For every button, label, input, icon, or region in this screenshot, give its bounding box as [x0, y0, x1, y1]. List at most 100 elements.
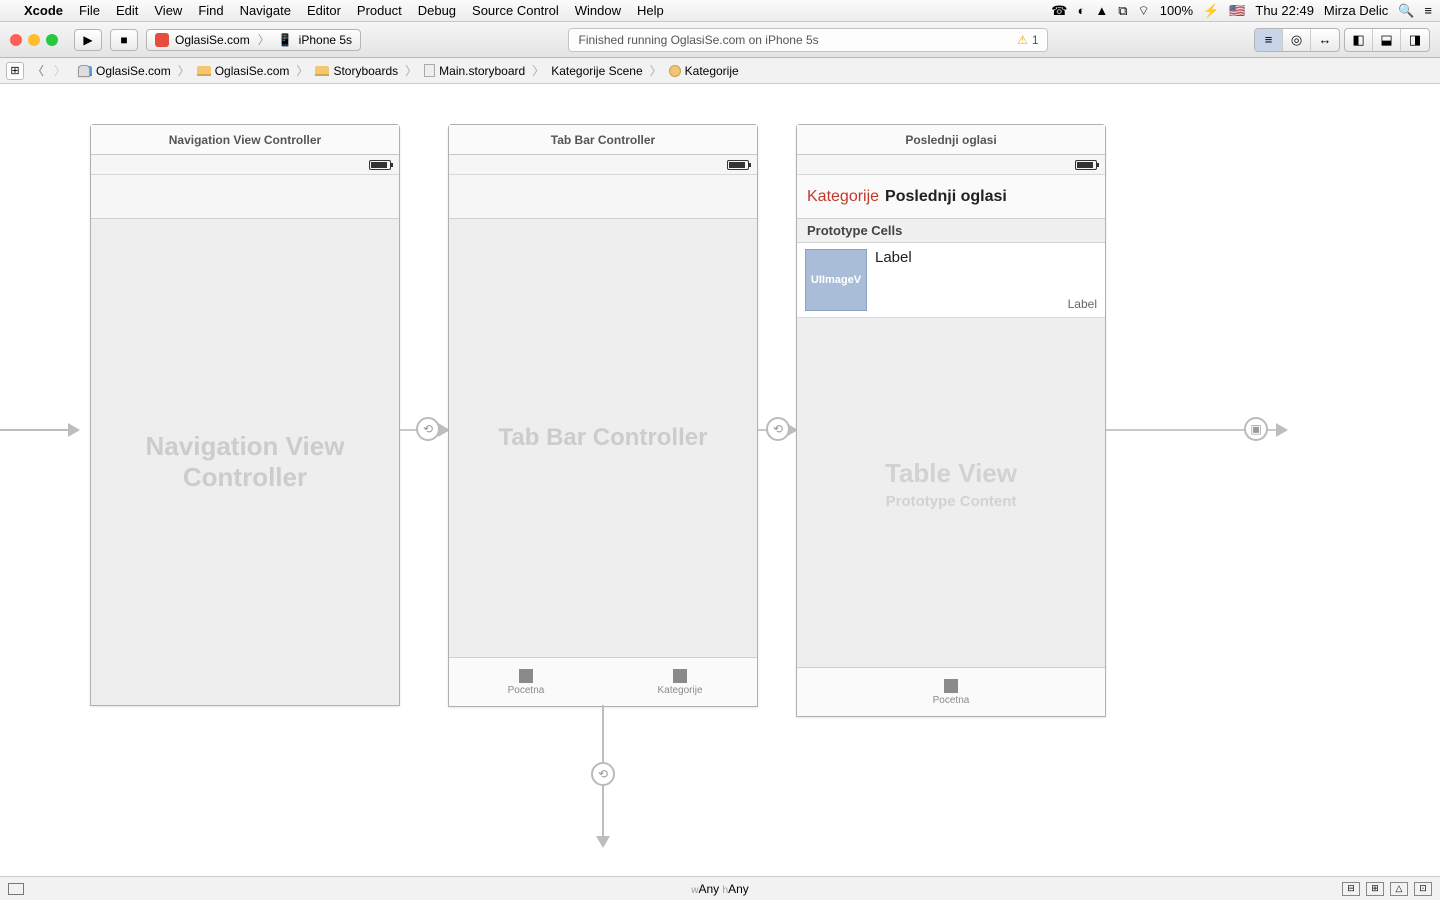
- user-name[interactable]: Mirza Delic: [1324, 3, 1388, 18]
- prototype-cell[interactable]: UIImageV Label Label: [797, 243, 1105, 318]
- menu-file[interactable]: File: [79, 3, 100, 18]
- status-bar: [449, 155, 757, 175]
- bottom-panel-toggle[interactable]: ⬓: [1373, 29, 1401, 51]
- menu-window[interactable]: Window: [575, 3, 621, 18]
- pin-tool[interactable]: ⊞: [1366, 882, 1384, 896]
- battery-icon[interactable]: ⚡: [1203, 3, 1219, 19]
- cell-image-view: UIImageV: [805, 249, 867, 311]
- warning-icon[interactable]: ⚠: [1017, 33, 1028, 47]
- menu-product[interactable]: Product: [357, 3, 402, 18]
- drive-icon[interactable]: ▲: [1095, 3, 1108, 18]
- back-button-label[interactable]: Kategorije: [807, 188, 879, 206]
- storyboard-icon: [424, 64, 435, 77]
- menu-find[interactable]: Find: [198, 3, 223, 18]
- left-panel-toggle[interactable]: ◧: [1345, 29, 1373, 51]
- watermark: Tab Bar Controller: [449, 424, 757, 452]
- warning-count: 1: [1032, 33, 1039, 47]
- folder-icon: [197, 66, 211, 76]
- scene-navigation-controller[interactable]: Navigation View Controller Navigation Vi…: [90, 124, 400, 706]
- menu-source-control[interactable]: Source Control: [472, 3, 559, 18]
- close-window[interactable]: [10, 34, 22, 46]
- back-button[interactable]: 〈: [28, 62, 48, 80]
- assistant-editor[interactable]: ◎: [1283, 29, 1311, 51]
- phone-icon: 📱: [278, 33, 293, 47]
- tab-item-pocetna[interactable]: Pocetna: [449, 658, 603, 706]
- battery-percent: 100%: [1160, 3, 1193, 18]
- xcode-toolbar: ▶ ■ OglasiSe.com 〉 📱 iPhone 5s Finished …: [0, 22, 1440, 58]
- menu-debug[interactable]: Debug: [418, 3, 456, 18]
- crumb-5[interactable]: Kategorije: [685, 64, 739, 78]
- spotlight-icon[interactable]: 🔍: [1398, 3, 1414, 19]
- nav-title: Poslednji oglasi: [885, 188, 1007, 206]
- scene-title: Tab Bar Controller: [449, 125, 757, 155]
- clock[interactable]: Thu 22:49: [1255, 3, 1314, 18]
- crumb-3[interactable]: Main.storyboard: [439, 64, 525, 78]
- menu-help[interactable]: Help: [637, 3, 664, 18]
- align-tool[interactable]: ⊟: [1342, 882, 1360, 896]
- menu-edit[interactable]: Edit: [116, 3, 138, 18]
- scheme-device: iPhone 5s: [299, 33, 352, 47]
- run-button[interactable]: ▶: [74, 29, 102, 51]
- standard-editor[interactable]: ≡: [1255, 29, 1283, 51]
- menu-bar: Xcode File Edit View Find Navigate Edito…: [0, 0, 1440, 22]
- navigation-bar: Kategorije Poslednji oglasi: [797, 175, 1105, 219]
- battery-icon: [369, 160, 391, 170]
- arrow-down-icon: [596, 836, 610, 848]
- resize-tool[interactable]: ⊡: [1414, 882, 1432, 896]
- status-bar: [797, 155, 1105, 175]
- scene-tab-bar-controller[interactable]: Tab Bar Controller Tab Bar Controller Po…: [448, 124, 758, 707]
- scheme-app-name: OglasiSe.com: [175, 33, 250, 47]
- scene-icon: [78, 65, 90, 77]
- related-items-icon[interactable]: ⊞: [6, 62, 24, 80]
- notification-icon[interactable]: ≡: [1424, 3, 1432, 18]
- menu-view[interactable]: View: [154, 3, 182, 18]
- viber-icon[interactable]: ☎: [1051, 3, 1067, 19]
- scene-poslednji-oglasi[interactable]: Poslednji oglasi Kategorije Poslednji og…: [796, 124, 1106, 717]
- menu-navigate[interactable]: Navigate: [240, 3, 291, 18]
- segue-icon[interactable]: ▣: [1244, 417, 1268, 441]
- scheme-selector[interactable]: OglasiSe.com 〉 📱 iPhone 5s: [146, 29, 361, 51]
- activity-text: Finished running OglasiSe.com on iPhone …: [579, 33, 819, 47]
- scene-title: Navigation View Controller: [91, 125, 399, 155]
- size-class-control[interactable]: wAny hAny: [691, 882, 749, 896]
- folder-icon: [315, 66, 329, 76]
- segue-icon[interactable]: ⟲: [766, 417, 790, 441]
- scheme-app-icon: [155, 33, 169, 47]
- scene-title: Poslednji oglasi: [797, 125, 1105, 155]
- initial-arrow: [0, 429, 78, 431]
- object-icon: [669, 65, 681, 77]
- segue-icon[interactable]: ⟲: [416, 417, 440, 441]
- minimize-window[interactable]: [28, 34, 40, 46]
- right-panel-toggle[interactable]: ◨: [1401, 29, 1429, 51]
- crumb-0[interactable]: OglasiSe.com: [96, 64, 171, 78]
- document-outline-toggle[interactable]: [8, 883, 24, 895]
- crumb-1[interactable]: OglasiSe.com: [215, 64, 290, 78]
- app-name[interactable]: Xcode: [24, 3, 63, 18]
- battery-icon: [727, 160, 749, 170]
- resolve-tool[interactable]: △: [1390, 882, 1408, 896]
- segue-icon[interactable]: ⟲: [591, 762, 615, 786]
- panel-group: ◧ ⬓ ◨: [1344, 28, 1430, 52]
- tab-bar: Pocetna: [797, 667, 1105, 716]
- tab-item-pocetna[interactable]: Pocetna: [797, 668, 1105, 716]
- zoom-window[interactable]: [46, 34, 58, 46]
- cell-subtitle-label: Label: [1068, 297, 1097, 311]
- crumb-4[interactable]: Kategorije Scene: [551, 64, 642, 78]
- crumb-2[interactable]: Storyboards: [333, 64, 398, 78]
- flag-icon[interactable]: 🇺🇸: [1229, 3, 1245, 19]
- activity-viewer[interactable]: Finished running OglasiSe.com on iPhone …: [568, 28, 1048, 52]
- navigation-bar: [91, 175, 399, 219]
- forward-button[interactable]: 〉: [50, 62, 70, 80]
- watermark: Navigation View Controller: [91, 431, 399, 493]
- storyboard-canvas[interactable]: Navigation View Controller Navigation Vi…: [0, 84, 1440, 876]
- version-editor[interactable]: ↔: [1311, 29, 1339, 51]
- navigation-bar: [449, 175, 757, 219]
- menu-editor[interactable]: Editor: [307, 3, 341, 18]
- display-icon[interactable]: ⧉: [1118, 3, 1127, 19]
- wifi-icon[interactable]: ⌔: [1138, 3, 1150, 19]
- tab-item-kategorije[interactable]: Kategorije: [603, 658, 757, 706]
- editor-mode-group: ≡ ◎ ↔: [1254, 28, 1340, 52]
- stop-button[interactable]: ■: [110, 29, 138, 51]
- dnd-icon[interactable]: ◐: [1077, 3, 1085, 18]
- cell-title-label: Label: [875, 249, 1097, 266]
